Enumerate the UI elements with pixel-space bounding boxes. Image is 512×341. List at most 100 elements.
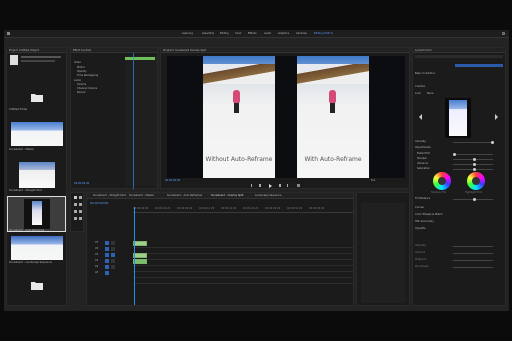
workspace-tab-graphics[interactable]: Graphics [278, 32, 289, 35]
effect-row[interactable]: Audio [74, 79, 81, 82]
track-lock-button[interactable] [111, 253, 115, 257]
export-frame-icon[interactable] [297, 184, 300, 187]
faded-film-knob[interactable] [453, 153, 456, 156]
track-select-icon[interactable] [79, 196, 82, 199]
project-panel-title[interactable]: Project: Untitled_Project [9, 49, 39, 52]
sharpen-knob[interactable] [473, 158, 476, 161]
track-toggle-button[interactable] [105, 265, 109, 269]
next-look-icon[interactable] [495, 114, 498, 120]
look-select[interactable]: None [427, 92, 434, 95]
list-item[interactable]: Snowboard - Landscape Sequence [9, 234, 65, 266]
list-item[interactable]: Untitled Folder [9, 80, 65, 114]
creative-label[interactable]: Creative [415, 85, 425, 88]
workspace-tab-color[interactable]: Color [235, 32, 242, 35]
section-color-wheels[interactable]: Color Wheels & Match [415, 213, 443, 216]
section-vignette[interactable]: Vignette [415, 227, 426, 230]
program-timecode[interactable]: 00:00:00:00 [165, 179, 180, 182]
track-toggle-button[interactable] [105, 271, 109, 275]
workspace-tab-assembly[interactable]: Assembly [202, 32, 214, 35]
vibrance-knob[interactable] [473, 163, 476, 166]
vibrance-slider[interactable] [453, 163, 493, 166]
step-forward-icon[interactable] [279, 184, 281, 187]
track-lock-button[interactable] [111, 241, 115, 245]
program-fit-select[interactable]: Full [371, 179, 375, 182]
list-item[interactable] [9, 270, 65, 300]
effect-row[interactable]: Motion [77, 66, 85, 69]
effect-controls-title[interactable]: Effect Controls [73, 49, 91, 52]
list-item[interactable]: Snowboard - Straight Shot [9, 160, 65, 194]
track-mute-button[interactable] [111, 259, 115, 263]
shadow-tint-wheel[interactable] [433, 172, 451, 190]
timeline-ruler[interactable]: 00:00:00:00 00:00:04:29 00:00:09:29 00:0… [133, 207, 353, 213]
track-toggle-button[interactable] [105, 259, 109, 263]
saturation-knob[interactable] [473, 168, 476, 171]
prev-look-icon[interactable] [419, 114, 422, 120]
effect-row[interactable]: Channel Volume [77, 87, 97, 90]
effect-row[interactable]: Video [74, 61, 81, 64]
clip-v2[interactable] [133, 241, 147, 246]
timeline-tab[interactable]: Snowboard - Auto Reframed [167, 194, 207, 197]
list-item[interactable]: Snowboard - Master [9, 120, 65, 154]
effect-controls-panel: Effect Controls Video Motion Opacity Tim… [70, 47, 158, 189]
lumetri-active-clip[interactable] [455, 64, 503, 67]
section-curves[interactable]: Curves [415, 206, 424, 209]
razor-tool-icon[interactable] [79, 203, 82, 206]
track-divider [133, 253, 353, 254]
tint-balance-knob[interactable] [473, 198, 476, 201]
step-back-icon[interactable] [259, 184, 261, 187]
section-hsl[interactable]: HSL Secondary [415, 220, 434, 223]
track-toggle-button[interactable] [105, 253, 109, 257]
timeline-tab-active[interactable]: Snowboard - Overlay Split [211, 194, 251, 197]
track-toggle-button[interactable] [105, 241, 109, 245]
timeline-tab[interactable]: Snowboard - Master [129, 194, 163, 197]
playhead[interactable] [134, 207, 135, 305]
ripple-edit-icon[interactable] [74, 203, 77, 206]
workspace-tab-editing-cs55[interactable]: Editing (CS5.5) [314, 32, 333, 35]
hand-tool-icon[interactable] [74, 217, 77, 220]
lower-slider[interactable] [453, 267, 493, 268]
pen-tool-icon[interactable] [79, 210, 82, 213]
timeline-timecode[interactable]: 00:00:00:00 [90, 202, 108, 205]
workspace-tab-learning[interactable]: Learning [182, 32, 193, 35]
play-icon[interactable] [269, 184, 272, 188]
intensity-slider-knob[interactable] [491, 141, 494, 144]
lumetri-title[interactable]: Lumetri Color [415, 49, 432, 52]
lower-slider[interactable] [453, 253, 493, 254]
basic-correction-label[interactable]: Basic Correction [415, 72, 435, 75]
sharpen-slider[interactable] [453, 158, 493, 161]
tint-balance-slider[interactable] [453, 198, 493, 201]
workspace-tab-libraries[interactable]: Libraries [296, 32, 307, 35]
track-lock-button[interactable] [111, 247, 115, 251]
clip-a1[interactable] [133, 259, 147, 264]
track-mute-button[interactable] [111, 265, 115, 269]
effect-row[interactable]: Volume [77, 83, 86, 86]
effect-controls-timecode[interactable]: 00:00:00:00 [74, 182, 89, 185]
saturation-slider[interactable] [453, 168, 493, 171]
search-icon[interactable] [502, 32, 505, 35]
wheel-center [438, 177, 446, 185]
timeline-tab[interactable]: Landscape Sequence [255, 194, 291, 197]
timeline-tab[interactable]: Snowboard - Straight Shot [93, 194, 127, 197]
mark-in-icon[interactable] [251, 184, 252, 187]
type-tool-icon[interactable] [79, 217, 82, 220]
clip-v1[interactable] [133, 253, 147, 258]
workspace-tab-effects[interactable]: Effects [248, 32, 257, 35]
effect-row[interactable]: Opacity [77, 70, 87, 73]
workspace-tab-editing[interactable]: Editing [220, 32, 229, 35]
intensity-slider[interactable] [453, 141, 494, 144]
workspace-tab-audio[interactable]: Audio [264, 32, 271, 35]
program-monitor-title[interactable]: Program: Snowboard Overlay Split [163, 49, 206, 52]
lower-slider[interactable] [453, 246, 493, 247]
mark-out-icon[interactable] [287, 184, 288, 187]
snowboarder-legs [330, 103, 335, 113]
selection-tool-icon[interactable] [74, 196, 77, 199]
effect-row[interactable]: Panner [77, 91, 86, 94]
home-icon[interactable] [7, 32, 10, 35]
effect-row[interactable]: Time Remapping [77, 74, 98, 77]
slip-tool-icon[interactable] [74, 210, 77, 213]
highlight-tint-wheel[interactable] [467, 172, 485, 190]
list-item-selected[interactable]: Snowboard - Auto Reframed [7, 196, 66, 232]
lower-slider[interactable] [453, 260, 493, 261]
track-toggle-button[interactable] [105, 247, 109, 251]
faded-film-slider[interactable] [453, 153, 493, 156]
